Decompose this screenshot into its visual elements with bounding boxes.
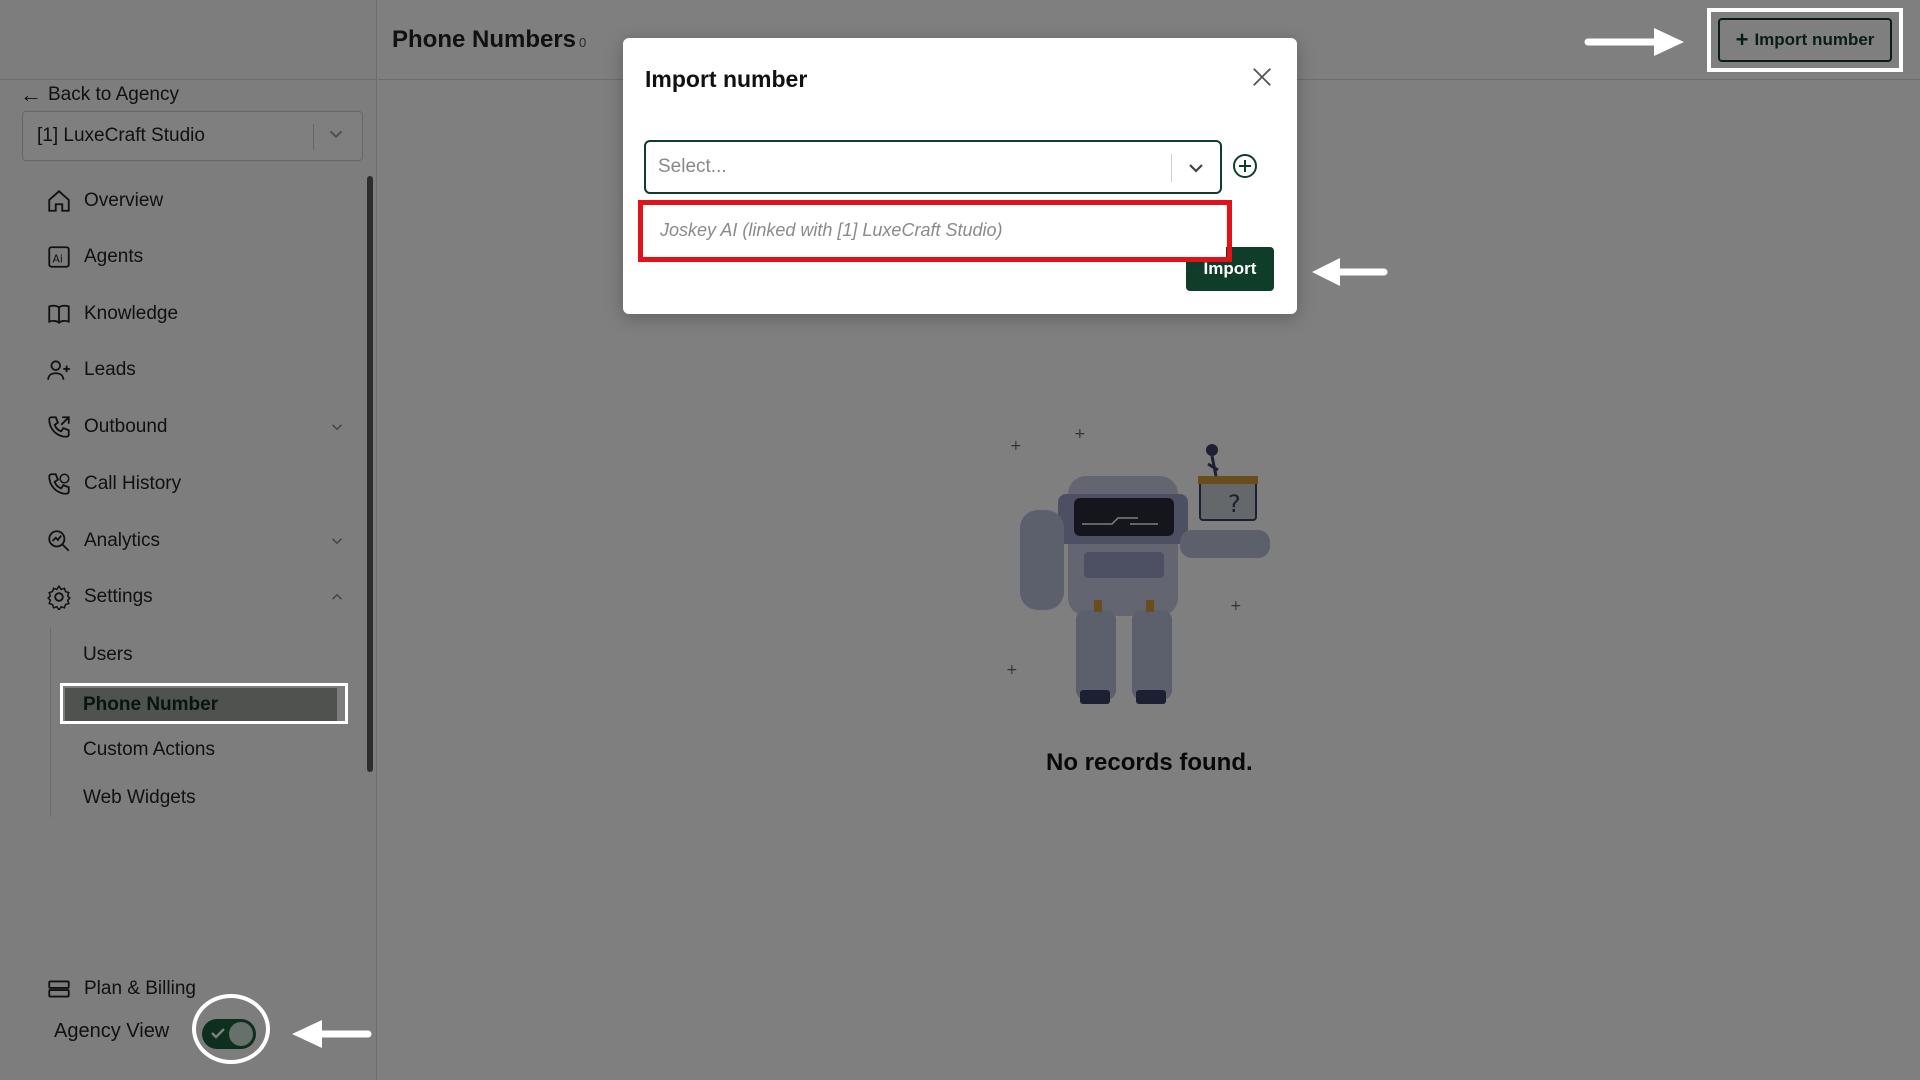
annotation-arrow-left (1312, 258, 1388, 286)
import-number-modal: Import number Import (623, 38, 1297, 314)
close-icon[interactable] (1251, 66, 1273, 88)
chevron-down-icon (1189, 164, 1203, 173)
phone-number-select[interactable] (644, 140, 1222, 194)
annotation-arrow-left (292, 1020, 372, 1048)
annotation-arrow-right (1584, 28, 1684, 56)
annotation-highlight-circle (192, 994, 270, 1064)
phone-number-select-input[interactable] (658, 156, 1138, 178)
modal-title: Import number (645, 66, 808, 92)
annotation-red-highlight (638, 200, 1232, 262)
annotation-highlight-box (1707, 8, 1903, 72)
select-separator (1171, 154, 1172, 182)
add-circle-icon[interactable] (1231, 152, 1259, 180)
annotation-highlight-box (60, 683, 348, 724)
